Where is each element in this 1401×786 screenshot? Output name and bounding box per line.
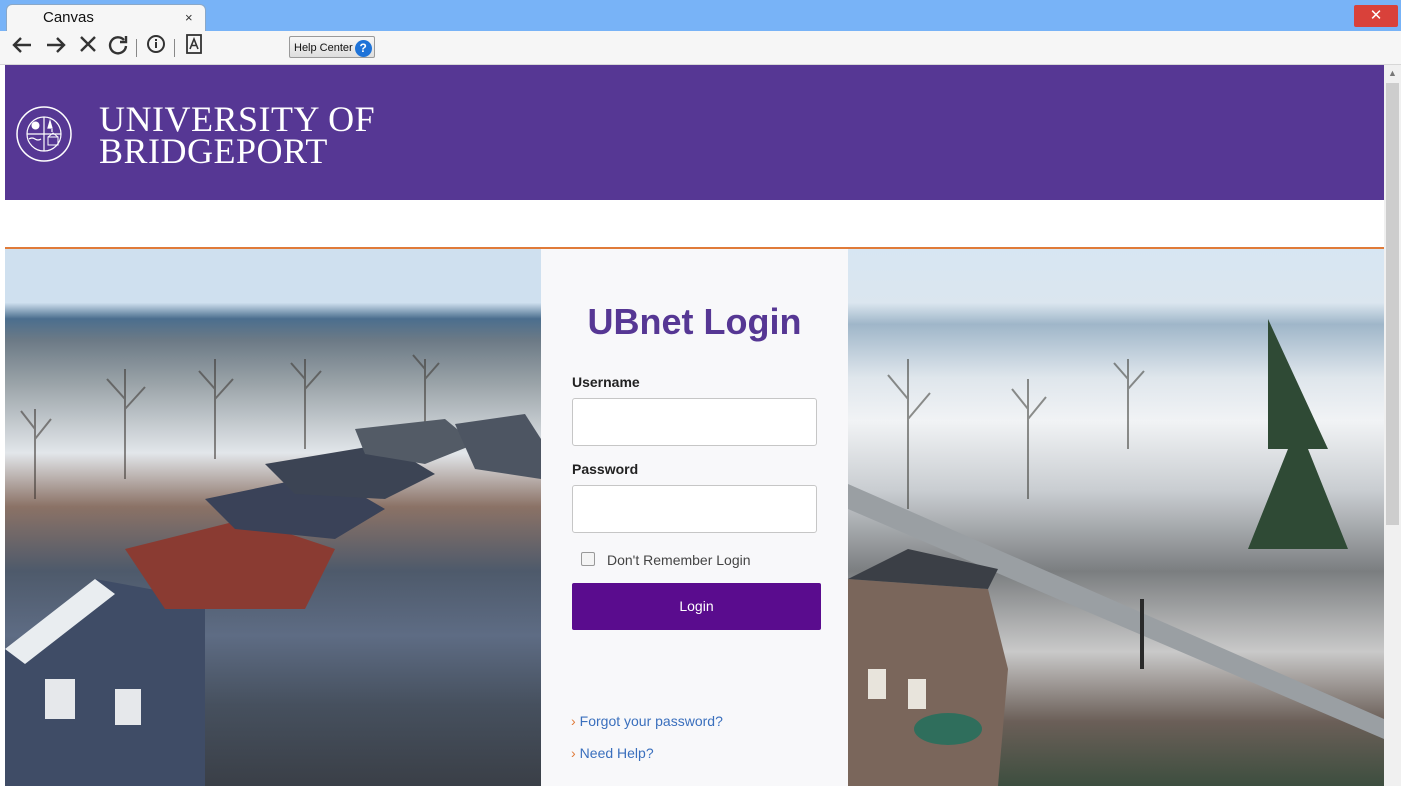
help-center-button[interactable]: Help Center?	[289, 36, 375, 58]
tab-close-icon[interactable]: ×	[185, 10, 193, 25]
campus-photo-left	[5, 249, 541, 786]
campus-photo-right	[848, 249, 1384, 786]
scroll-up-arrow-icon[interactable]: ▲	[1388, 68, 1397, 78]
browser-tab[interactable]: Canvas ×	[6, 4, 206, 32]
scrollbar-thumb[interactable]	[1386, 83, 1399, 525]
reader-icon[interactable]	[183, 34, 205, 60]
vertical-scrollbar[interactable]: ▲	[1384, 65, 1401, 786]
remember-login-checkbox[interactable]	[581, 552, 595, 566]
login-panel: UBnet Login Username Password Don't Reme…	[541, 249, 848, 786]
header-subbar	[5, 200, 1384, 249]
chevron-right-icon: ›	[571, 745, 576, 761]
info-icon[interactable]	[145, 34, 167, 60]
browser-window: Canvas × ✕ Help Center? UNIVERSITY OF BR…	[0, 0, 1401, 786]
page-viewport: UNIVERSITY OF BRIDGEPORT UBnet Login Use…	[5, 65, 1384, 786]
forgot-password-label: Forgot your password?	[579, 713, 723, 729]
login-title: UBnet Login	[587, 301, 802, 342]
hero-area: UBnet Login Username Password Don't Reme…	[5, 249, 1384, 786]
remember-login-row[interactable]: Don't Remember Login	[581, 552, 751, 568]
university-seal-icon	[16, 106, 72, 162]
help-center-label: Help Center	[294, 42, 353, 54]
forward-arrow-icon[interactable]	[44, 34, 68, 60]
password-label: Password	[572, 461, 639, 477]
stop-icon[interactable]	[77, 34, 99, 60]
forgot-password-link[interactable]: › Forgot your password?	[571, 713, 723, 729]
browser-toolbar: Help Center?	[0, 31, 1401, 65]
site-header: UNIVERSITY OF BRIDGEPORT	[5, 65, 1384, 200]
login-button[interactable]: Login	[572, 583, 821, 630]
university-name: UNIVERSITY OF BRIDGEPORT	[99, 101, 375, 171]
tab-title: Canvas	[43, 9, 94, 26]
logo-line-2: BRIDGEPORT	[99, 131, 328, 171]
username-input[interactable]	[572, 398, 817, 446]
toolbar-separator	[136, 39, 137, 57]
need-help-label: Need Help?	[579, 745, 654, 761]
need-help-link[interactable]: › Need Help?	[571, 745, 654, 761]
toolbar-separator	[174, 39, 175, 57]
window-close-button[interactable]: ✕	[1354, 5, 1398, 27]
back-arrow-icon[interactable]	[10, 34, 34, 60]
help-question-icon: ?	[354, 39, 372, 57]
password-input[interactable]	[572, 485, 817, 533]
remember-login-label: Don't Remember Login	[607, 552, 751, 568]
title-bar: Canvas × ✕	[0, 0, 1401, 32]
username-label: Username	[572, 374, 640, 390]
chevron-right-icon: ›	[571, 713, 576, 729]
reload-icon[interactable]	[107, 34, 129, 60]
